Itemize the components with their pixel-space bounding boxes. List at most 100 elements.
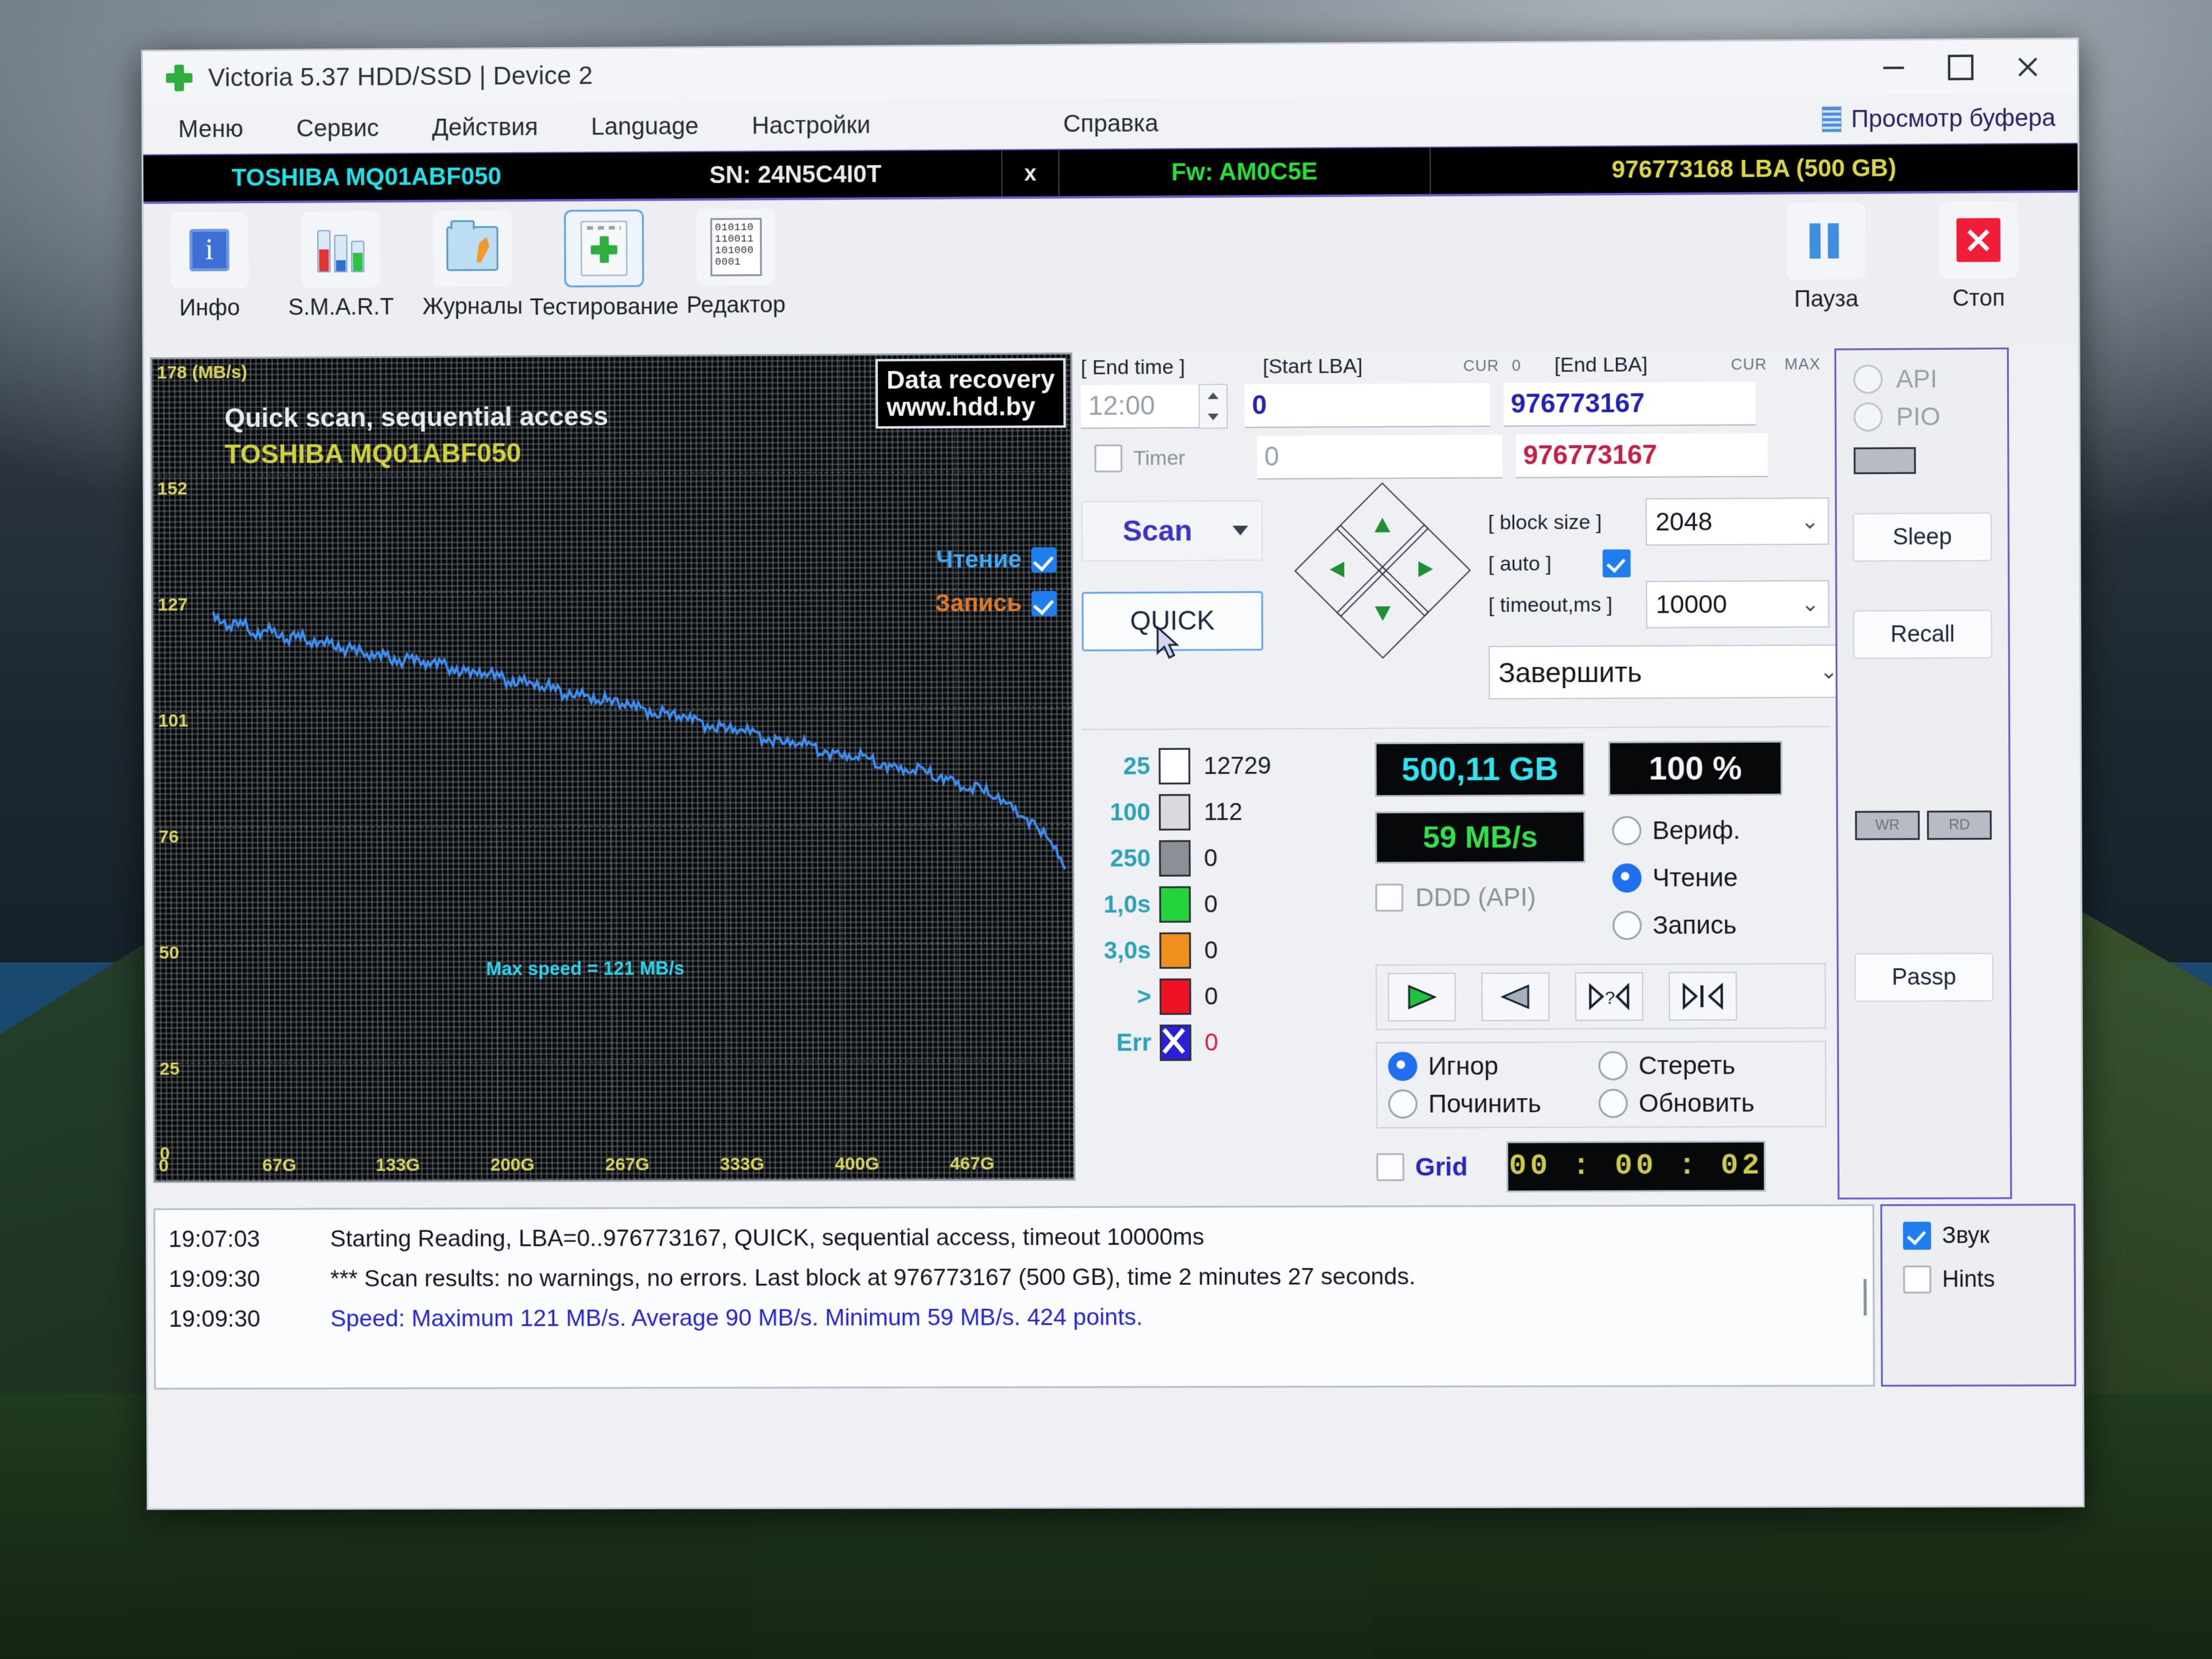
scan-dropdown-caret-icon[interactable] (1232, 525, 1248, 536)
spinner-up-icon (1207, 392, 1219, 400)
timer-input[interactable]: 0 (1256, 434, 1503, 480)
menu-item-language[interactable]: Language (565, 112, 725, 141)
timer-checkbox[interactable] (1094, 444, 1123, 473)
elapsed-time-readout: 00 : 00 : 02 (1506, 1141, 1766, 1193)
log-time: 19:07:03 (168, 1226, 260, 1253)
percent-readout: 100 % (1608, 740, 1783, 796)
start-lba-input[interactable]: 0 (1244, 383, 1490, 428)
wr-button[interactable]: WR (1855, 811, 1920, 840)
menu-item-settings[interactable]: Настройки (725, 112, 897, 140)
grid-checkbox[interactable] (1376, 1153, 1405, 1181)
rd-button[interactable]: RD (1926, 810, 1992, 840)
window-title: Victoria 5.37 HDD/SSD | Device 2 (208, 61, 593, 92)
auto-checkbox[interactable] (1602, 549, 1631, 578)
block-stats-row: 100 112 (1082, 788, 1368, 836)
menu-item-actions[interactable]: Действия (406, 113, 565, 141)
pio-radio-row[interactable]: PIO (1853, 401, 1990, 432)
toolbar-button-stop[interactable]: Стоп (1902, 201, 2055, 312)
log-scrollbar[interactable] (1863, 1279, 1867, 1316)
device-x-label: x (1001, 150, 1060, 197)
toolbar-label-info: Инфо (179, 295, 240, 321)
menu-item-help[interactable]: Справка (1036, 110, 1185, 138)
block-stats-row: Err 0 (1084, 1019, 1369, 1066)
stop-icon (1956, 218, 2001, 263)
seek-end-button[interactable] (1668, 971, 1737, 1021)
pio-label: PIO (1896, 401, 1941, 431)
scan-button-label[interactable]: Scan (1082, 514, 1232, 548)
stat-swatch (1159, 932, 1191, 969)
action-erase-label: Стереть (1638, 1051, 1735, 1080)
maximize-button[interactable] (1927, 44, 1994, 92)
mode-read-radio[interactable] (1612, 863, 1642, 893)
hints-checkbox-row[interactable]: Hints (1903, 1265, 2074, 1294)
play-backward-icon (1499, 984, 1532, 1010)
status-indicator-bar (1854, 447, 1916, 475)
toolbar-button-testing[interactable]: Тестирование (530, 209, 679, 321)
stat-threshold: > (1136, 983, 1151, 1010)
stat-count: 0 (1204, 1028, 1219, 1056)
smart-vials-icon (317, 226, 364, 273)
toolbar-button-pause[interactable]: Пауза (1750, 202, 1903, 313)
sound-label: Звук (1942, 1222, 1990, 1248)
victoria-window: Victoria 5.37 HDD/SSD | Device 2 Меню Се… (141, 37, 2085, 1510)
test-plus-icon (580, 220, 628, 276)
log-options-panel: Звук Hints (1880, 1204, 2077, 1387)
error-x-icon (1162, 1027, 1185, 1054)
play-backward-button[interactable] (1481, 972, 1550, 1022)
buffer-view-label: Просмотр буфера (1851, 104, 2056, 133)
hex-editor-icon: 010110 110011 101000 0001 (709, 218, 762, 276)
quick-scan-button[interactable]: QUICK (1081, 591, 1264, 659)
end-time-input[interactable]: 12:00 (1081, 384, 1199, 429)
action-refresh-radio[interactable] (1598, 1088, 1628, 1118)
log-list[interactable]: 19:07:03 Starting Reading, LBA=0..976773… (153, 1204, 1875, 1390)
sound-checkbox-row[interactable]: Звук (1903, 1221, 2074, 1250)
play-forward-button[interactable] (1387, 973, 1456, 1022)
menu-item-service[interactable]: Сервис (270, 115, 406, 142)
ddd-api-checkbox[interactable] (1375, 883, 1404, 912)
recall-button[interactable]: Recall (1853, 609, 1992, 659)
minimize-button[interactable] (1860, 44, 1928, 92)
timeout-combo[interactable]: 10000 ⌄ (1646, 580, 1829, 629)
timeout-caret-icon: ⌄ (1801, 591, 1820, 617)
mode-write-label: Запись (1652, 910, 1737, 940)
action-repair-radio[interactable] (1388, 1089, 1418, 1119)
seek-end-icon (1681, 983, 1724, 1010)
finish-action-combo[interactable]: Завершить ⌄ (1488, 644, 1848, 700)
start-lba-cur-label: CUR (1463, 356, 1500, 375)
end-time-spinner[interactable] (1198, 383, 1228, 429)
start-lba-label: [Start LBA] (1262, 354, 1363, 378)
api-radio-row[interactable]: API (1853, 364, 1989, 394)
action-repair-label: Починить (1428, 1089, 1541, 1118)
close-button[interactable] (1994, 43, 2062, 91)
hints-checkbox[interactable] (1903, 1265, 1932, 1294)
end-lba-max-input[interactable]: 976773167 (1515, 433, 1768, 478)
menu-item-menu[interactable]: Меню (152, 115, 270, 143)
scan-speed-graph[interactable]: 178 (MB/s) 152 127 101 76 50 25 0 0 67G … (150, 352, 1076, 1183)
info-icon (189, 229, 230, 272)
sound-checkbox[interactable] (1903, 1221, 1931, 1250)
finish-action-value: Завершить (1498, 656, 1643, 689)
toolbar-button-info[interactable]: Инфо (144, 212, 275, 322)
stat-count: 0 (1204, 844, 1218, 871)
start-lba-zero-label: 0 (1512, 356, 1521, 375)
toolbar-label-editor: Редактор (686, 292, 786, 318)
action-erase-radio[interactable] (1598, 1051, 1628, 1081)
toolbar-button-editor[interactable]: 010110 110011 101000 0001 Редактор (670, 209, 802, 319)
end-lba-input[interactable]: 976773167 (1503, 381, 1756, 427)
block-stats-row: 25 12729 (1082, 742, 1368, 789)
seek-unknown-button[interactable]: ? (1575, 972, 1644, 1021)
sleep-button[interactable]: Sleep (1852, 512, 1992, 562)
toolbar-button-smart[interactable]: S.M.A.R.T (275, 210, 407, 321)
action-ignore-radio[interactable] (1388, 1051, 1418, 1081)
buffer-view-button[interactable]: Просмотр буфера (1822, 104, 2056, 133)
stat-threshold: 100 (1110, 799, 1151, 826)
pio-radio[interactable] (1853, 402, 1883, 432)
direction-pad[interactable] (1294, 482, 1471, 659)
mode-write-radio[interactable] (1612, 911, 1642, 940)
passp-button[interactable]: Passp (1854, 953, 1994, 1002)
log-row: 19:09:30 Speed: Maximum 121 MB/s. Averag… (156, 1296, 1873, 1339)
toolbar-button-logs[interactable]: Журналы (406, 210, 538, 320)
mode-verify-radio[interactable] (1612, 816, 1642, 846)
api-radio[interactable] (1853, 364, 1883, 394)
block-size-combo[interactable]: 2048 ⌄ (1646, 497, 1829, 546)
